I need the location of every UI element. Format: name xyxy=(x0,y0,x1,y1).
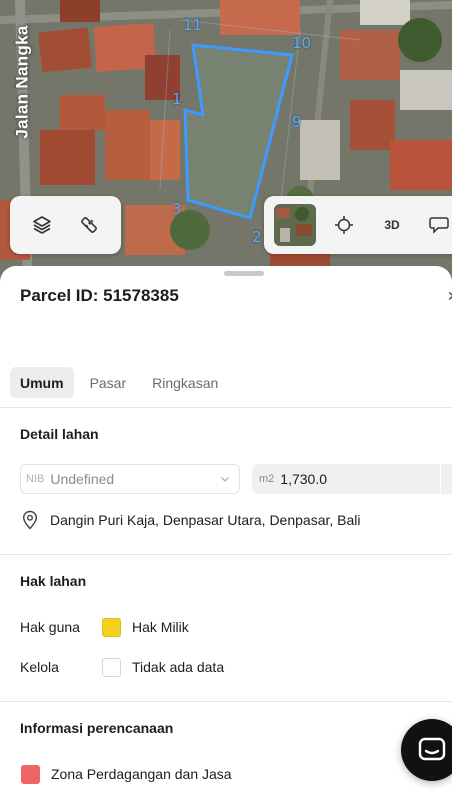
divider xyxy=(0,701,452,702)
close-icon[interactable]: ✕ xyxy=(447,288,452,305)
chat-bubble-icon xyxy=(429,217,449,234)
layers-icon xyxy=(32,216,51,234)
management-color-swatch xyxy=(102,658,121,677)
parcel-title: Parcel ID: 51578385 xyxy=(20,286,179,305)
measure-button[interactable] xyxy=(69,205,109,245)
section-title-planning: Informasi perencanaan xyxy=(20,720,174,736)
crosshair-icon xyxy=(335,216,353,234)
chat-icon xyxy=(418,737,446,761)
parcel-detail-sheet: Parcel ID: 51578385 ✕ Umum Pasar Ringkas… xyxy=(0,266,452,804)
management-value: Tidak ada data xyxy=(132,659,225,675)
divider xyxy=(0,554,452,555)
map-view-panel: 3D xyxy=(264,196,452,254)
chat-bubble-button[interactable] xyxy=(420,205,452,245)
nib-prefix: NIB xyxy=(26,473,45,485)
parcel-number: 2 xyxy=(252,228,262,246)
rights-value: Hak Milik xyxy=(132,619,189,635)
tab-bar: Umum Pasar Ringkasan xyxy=(10,367,228,398)
area-field: m2 1,730.0 xyxy=(252,464,452,494)
area-value: 1,730.0 xyxy=(280,471,327,487)
satellite-thumbnail[interactable] xyxy=(274,204,316,246)
parcel-number: 1 xyxy=(172,90,182,108)
zone-color-swatch xyxy=(21,765,40,784)
locate-button[interactable] xyxy=(324,205,364,245)
3d-toggle-button[interactable]: 3D xyxy=(372,205,412,245)
address-text: Dangin Puri Kaja, Denpasar Utara, Denpas… xyxy=(50,512,361,528)
map-tools-panel xyxy=(10,196,121,254)
zone-text: Zona Perdagangan dan Jasa xyxy=(51,766,232,782)
section-title-detail: Detail lahan xyxy=(20,426,99,442)
nib-value: Undefined xyxy=(50,471,115,487)
divider xyxy=(0,407,452,408)
sheet-drag-handle[interactable] xyxy=(224,271,264,276)
rights-label: Hak guna xyxy=(20,619,80,635)
tab-pasar[interactable]: Pasar xyxy=(80,367,137,398)
parcel-number: 3 xyxy=(172,200,182,218)
rights-color-swatch xyxy=(102,618,121,637)
parcel-number: 9 xyxy=(292,113,302,131)
parcel-number: 11 xyxy=(183,16,203,34)
parcel-number: 10 xyxy=(292,34,312,52)
address-row: Dangin Puri Kaja, Denpasar Utara, Denpas… xyxy=(22,510,361,530)
tab-ringkasan[interactable]: Ringkasan xyxy=(142,367,228,398)
tab-umum[interactable]: Umum xyxy=(10,367,74,398)
map-view[interactable]: Jalan Nangka 11 10 1 9 3 2 3D xyxy=(0,0,452,290)
nib-select[interactable]: NIB Undefined xyxy=(20,464,240,494)
divider xyxy=(440,464,441,494)
street-label: Jalan Nangka xyxy=(12,25,32,139)
section-title-rights: Hak lahan xyxy=(20,573,87,589)
management-label: Kelola xyxy=(20,659,59,675)
chevron-down-icon xyxy=(221,477,229,482)
layers-button[interactable] xyxy=(22,205,62,245)
location-pin-icon xyxy=(22,510,38,530)
ruler-icon xyxy=(81,217,98,233)
basemap-thumbnail-icon xyxy=(274,204,316,246)
area-unit: m2 xyxy=(259,473,275,485)
